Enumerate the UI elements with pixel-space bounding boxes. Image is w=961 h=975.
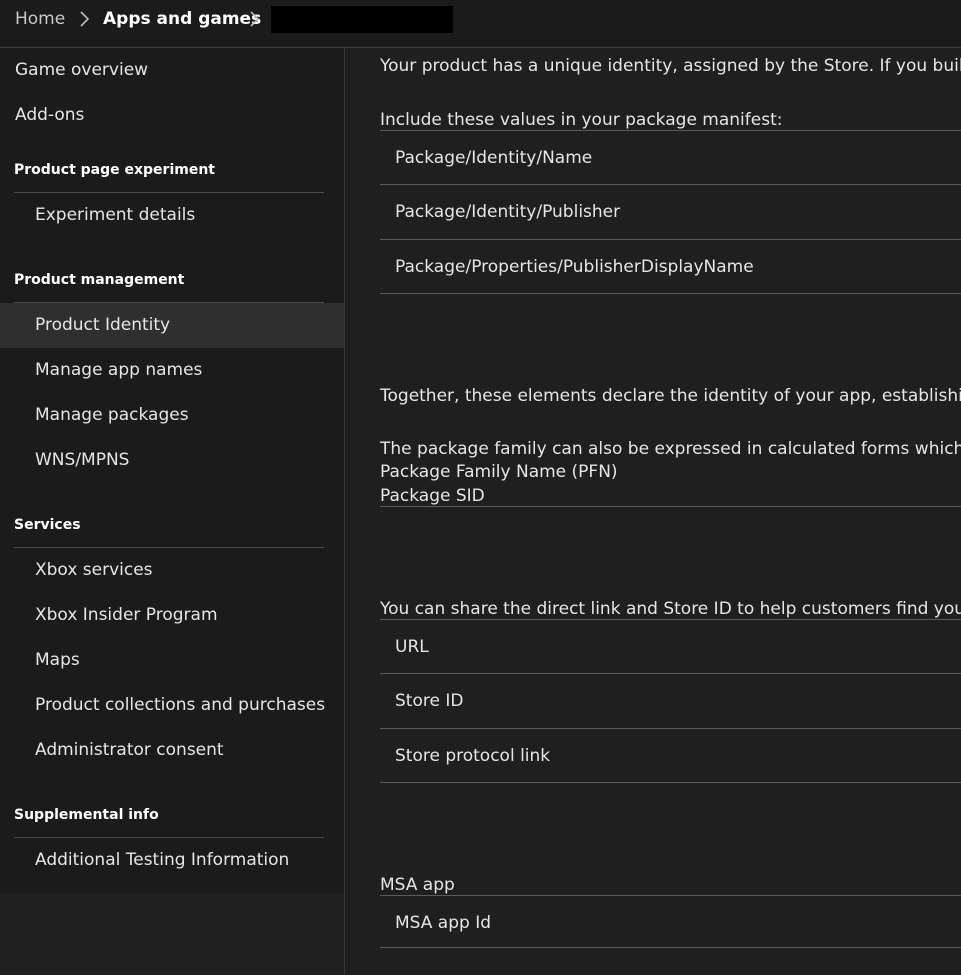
intro-text: Your product has a unique identity, assi… [380,56,961,76]
sidebar-item-game-overview[interactable]: Game overview [0,48,344,93]
breadcrumb-apps-and-games[interactable]: Apps and games [103,8,261,30]
link-row-url: URL [395,637,429,657]
msa-app-heading: MSA app [380,875,455,895]
package-sid-label: Package SID [380,486,485,506]
sidebar-item-label: Manage app names [35,360,203,380]
package-family-name-label: Package Family Name (PFN) [380,462,618,482]
sidebar-item-label: WNS/MPNS [35,450,130,470]
table-rule [380,895,961,896]
table-rule [380,947,961,948]
manifest-heading: Include these values in your package man… [380,110,783,130]
manifest-row-identity-publisher: Package/Identity/Publisher [395,202,621,222]
sidebar-footer-area [0,893,344,975]
sidebar-item-label: Additional Testing Information [35,850,290,870]
sidebar-item-label: Administrator consent [35,740,224,760]
chevron-right-icon [77,9,93,29]
sidebar-item-administrator-consent[interactable]: Administrator consent [0,728,344,773]
table-rule [380,619,961,620]
sidebar-item-label: Product Identity [35,315,171,335]
table-rule [380,130,961,131]
section-header-product-page-experiment: Product page experiment [14,162,215,178]
manifest-row-identity-name: Package/Identity/Name [395,148,593,168]
sidebar-item-add-ons[interactable]: Add-ons [0,93,344,138]
sidebar-item-label: Xbox Insider Program [35,605,218,625]
table-rule [380,239,961,240]
table-rule [380,782,961,783]
sidebar-item-wns-mpns[interactable]: WNS/MPNS [0,438,344,483]
sidebar-item-experiment-details[interactable]: Experiment details [0,193,344,238]
table-rule [380,506,961,507]
sidebar-item-manage-packages[interactable]: Manage packages [0,393,344,438]
sidebar-item-label: Product collections and purchases [35,695,326,715]
sidebar: Game overview Add-ons Product page exper… [0,48,344,893]
section-header-product-management: Product management [14,272,185,288]
section-header-supplemental-info: Supplemental info [14,807,159,823]
sidebar-item-maps[interactable]: Maps [0,638,344,683]
breadcrumb-product-name-redacted [271,6,453,33]
main-content: Your product has a unique identity, assi… [345,48,961,975]
sidebar-item-additional-testing-information[interactable]: Additional Testing Information [0,838,344,883]
top-bar: Home Apps and games [0,0,961,48]
link-row-store-id: Store ID [395,691,464,711]
sidebar-item-label: Experiment details [35,205,196,225]
together-text: Together, these elements declare the ide… [380,386,961,406]
sidebar-item-product-identity[interactable]: Product Identity [0,303,344,348]
sidebar-item-label: Xbox services [35,560,153,580]
table-rule [380,184,961,185]
sidebar-item-product-collections[interactable]: Product collections and purchases [0,683,344,728]
chevron-right-icon [247,9,263,29]
sidebar-item-label: Game overview [15,60,149,80]
link-row-store-protocol-link: Store protocol link [395,746,551,766]
sidebar-item-xbox-services[interactable]: Xbox services [0,548,344,593]
manifest-row-publisher-display-name: Package/Properties/PublisherDisplayName [395,257,754,277]
table-rule [380,673,961,674]
msa-row-app-id: MSA app Id [395,913,492,933]
package-family-text: The package family can also be expressed… [380,439,961,459]
sidebar-item-label: Maps [35,650,80,670]
section-header-services: Services [14,517,81,533]
sidebar-item-xbox-insider-program[interactable]: Xbox Insider Program [0,593,344,638]
table-rule [380,293,961,294]
sidebar-item-label: Add-ons [15,105,85,125]
sidebar-item-manage-app-names[interactable]: Manage app names [0,348,344,393]
table-rule [380,728,961,729]
share-link-text: You can share the direct link and Store … [380,599,961,619]
sidebar-item-label: Manage packages [35,405,189,425]
breadcrumb-home[interactable]: Home [15,8,65,30]
